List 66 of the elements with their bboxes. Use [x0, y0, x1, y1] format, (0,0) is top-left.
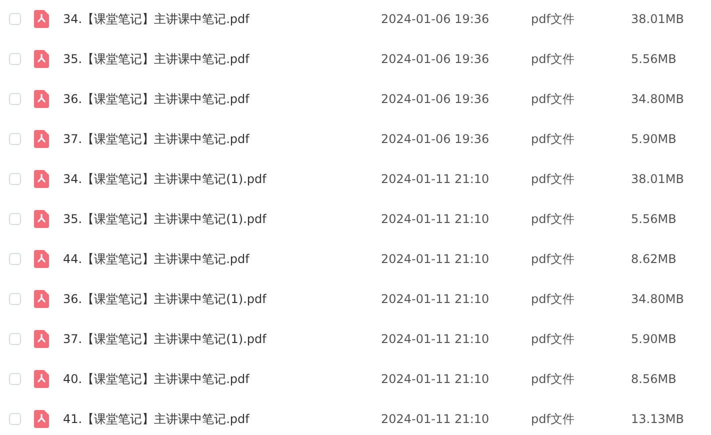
file-type: pdf文件	[531, 50, 576, 68]
pdf-file-icon	[34, 50, 49, 68]
file-type: pdf文件	[531, 410, 576, 428]
checkbox[interactable]	[9, 93, 21, 105]
file-name[interactable]: 35.【课堂笔记】主讲课中笔记.pdf	[63, 50, 381, 68]
file-type: pdf文件	[531, 250, 576, 268]
pdf-file-icon	[34, 10, 49, 28]
modified-date: 2024-01-11 21:10	[381, 292, 490, 306]
checkbox[interactable]	[9, 373, 21, 385]
modified-date: 2024-01-06 19:36	[381, 132, 490, 146]
file-name[interactable]: 36.【课堂笔记】主讲课中笔记.pdf	[63, 90, 381, 108]
pdf-file-icon	[34, 250, 49, 268]
file-name[interactable]: 37.【课堂笔记】主讲课中笔记(1).pdf	[63, 330, 381, 348]
file-size: 34.80MB	[631, 292, 684, 306]
file-size: 8.62MB	[631, 252, 676, 266]
file-name[interactable]: 34.【课堂笔记】主讲课中笔记.pdf	[63, 10, 381, 28]
modified-date: 2024-01-11 21:10	[381, 412, 490, 426]
checkbox[interactable]	[9, 13, 21, 25]
file-name[interactable]: 41.【课堂笔记】主讲课中笔记.pdf	[63, 410, 381, 428]
modified-date: 2024-01-11 21:10	[381, 252, 490, 266]
file-type: pdf文件	[531, 210, 576, 228]
file-type: pdf文件	[531, 10, 576, 28]
checkbox[interactable]	[9, 413, 21, 425]
modified-date: 2024-01-06 19:36	[381, 52, 490, 66]
checkbox[interactable]	[9, 53, 21, 65]
checkbox[interactable]	[9, 293, 21, 305]
pdf-file-icon	[34, 170, 49, 188]
pdf-file-icon	[34, 130, 49, 148]
file-type: pdf文件	[531, 170, 576, 188]
checkbox[interactable]	[9, 133, 21, 145]
pdf-file-icon	[34, 370, 49, 388]
pdf-file-icon	[34, 330, 49, 348]
file-size: 5.90MB	[631, 132, 676, 146]
modified-date: 2024-01-06 19:36	[381, 92, 490, 106]
file-type: pdf文件	[531, 130, 576, 148]
file-type: pdf文件	[531, 370, 576, 388]
checkbox[interactable]	[9, 333, 21, 345]
modified-date: 2024-01-11 21:10	[381, 332, 490, 346]
file-type: pdf文件	[531, 330, 576, 348]
checkbox[interactable]	[9, 213, 21, 225]
modified-date: 2024-01-11 21:10	[381, 172, 490, 186]
file-name[interactable]: 36.【课堂笔记】主讲课中笔记(1).pdf	[63, 290, 381, 308]
modified-date: 2024-01-11 21:10	[381, 212, 490, 226]
checkbox[interactable]	[9, 173, 21, 185]
pdf-file-icon	[34, 90, 49, 108]
file-size: 34.80MB	[631, 92, 684, 106]
pdf-file-icon	[34, 210, 49, 228]
pdf-file-icon	[34, 410, 49, 428]
file-size: 13.13MB	[631, 412, 684, 426]
file-size: 5.56MB	[631, 212, 676, 226]
file-name[interactable]: 44.【课堂笔记】主讲课中笔记.pdf	[63, 250, 381, 268]
file-name[interactable]: 40.【课堂笔记】主讲课中笔记.pdf	[63, 370, 381, 388]
file-size: 8.56MB	[631, 372, 676, 386]
file-name[interactable]: 34.【课堂笔记】主讲课中笔记(1).pdf	[63, 170, 381, 188]
pdf-file-icon	[34, 290, 49, 308]
modified-date: 2024-01-06 19:36	[381, 12, 490, 26]
file-size: 38.01MB	[631, 12, 684, 26]
file-type: pdf文件	[531, 290, 576, 308]
file-size: 5.90MB	[631, 332, 676, 346]
file-name[interactable]: 35.【课堂笔记】主讲课中笔记(1).pdf	[63, 210, 381, 228]
file-type: pdf文件	[531, 90, 576, 108]
checkbox[interactable]	[9, 253, 21, 265]
file-size: 38.01MB	[631, 172, 684, 186]
modified-date: 2024-01-11 21:10	[381, 372, 490, 386]
file-name[interactable]: 37.【课堂笔记】主讲课中笔记.pdf	[63, 130, 381, 148]
file-size: 5.56MB	[631, 52, 676, 66]
